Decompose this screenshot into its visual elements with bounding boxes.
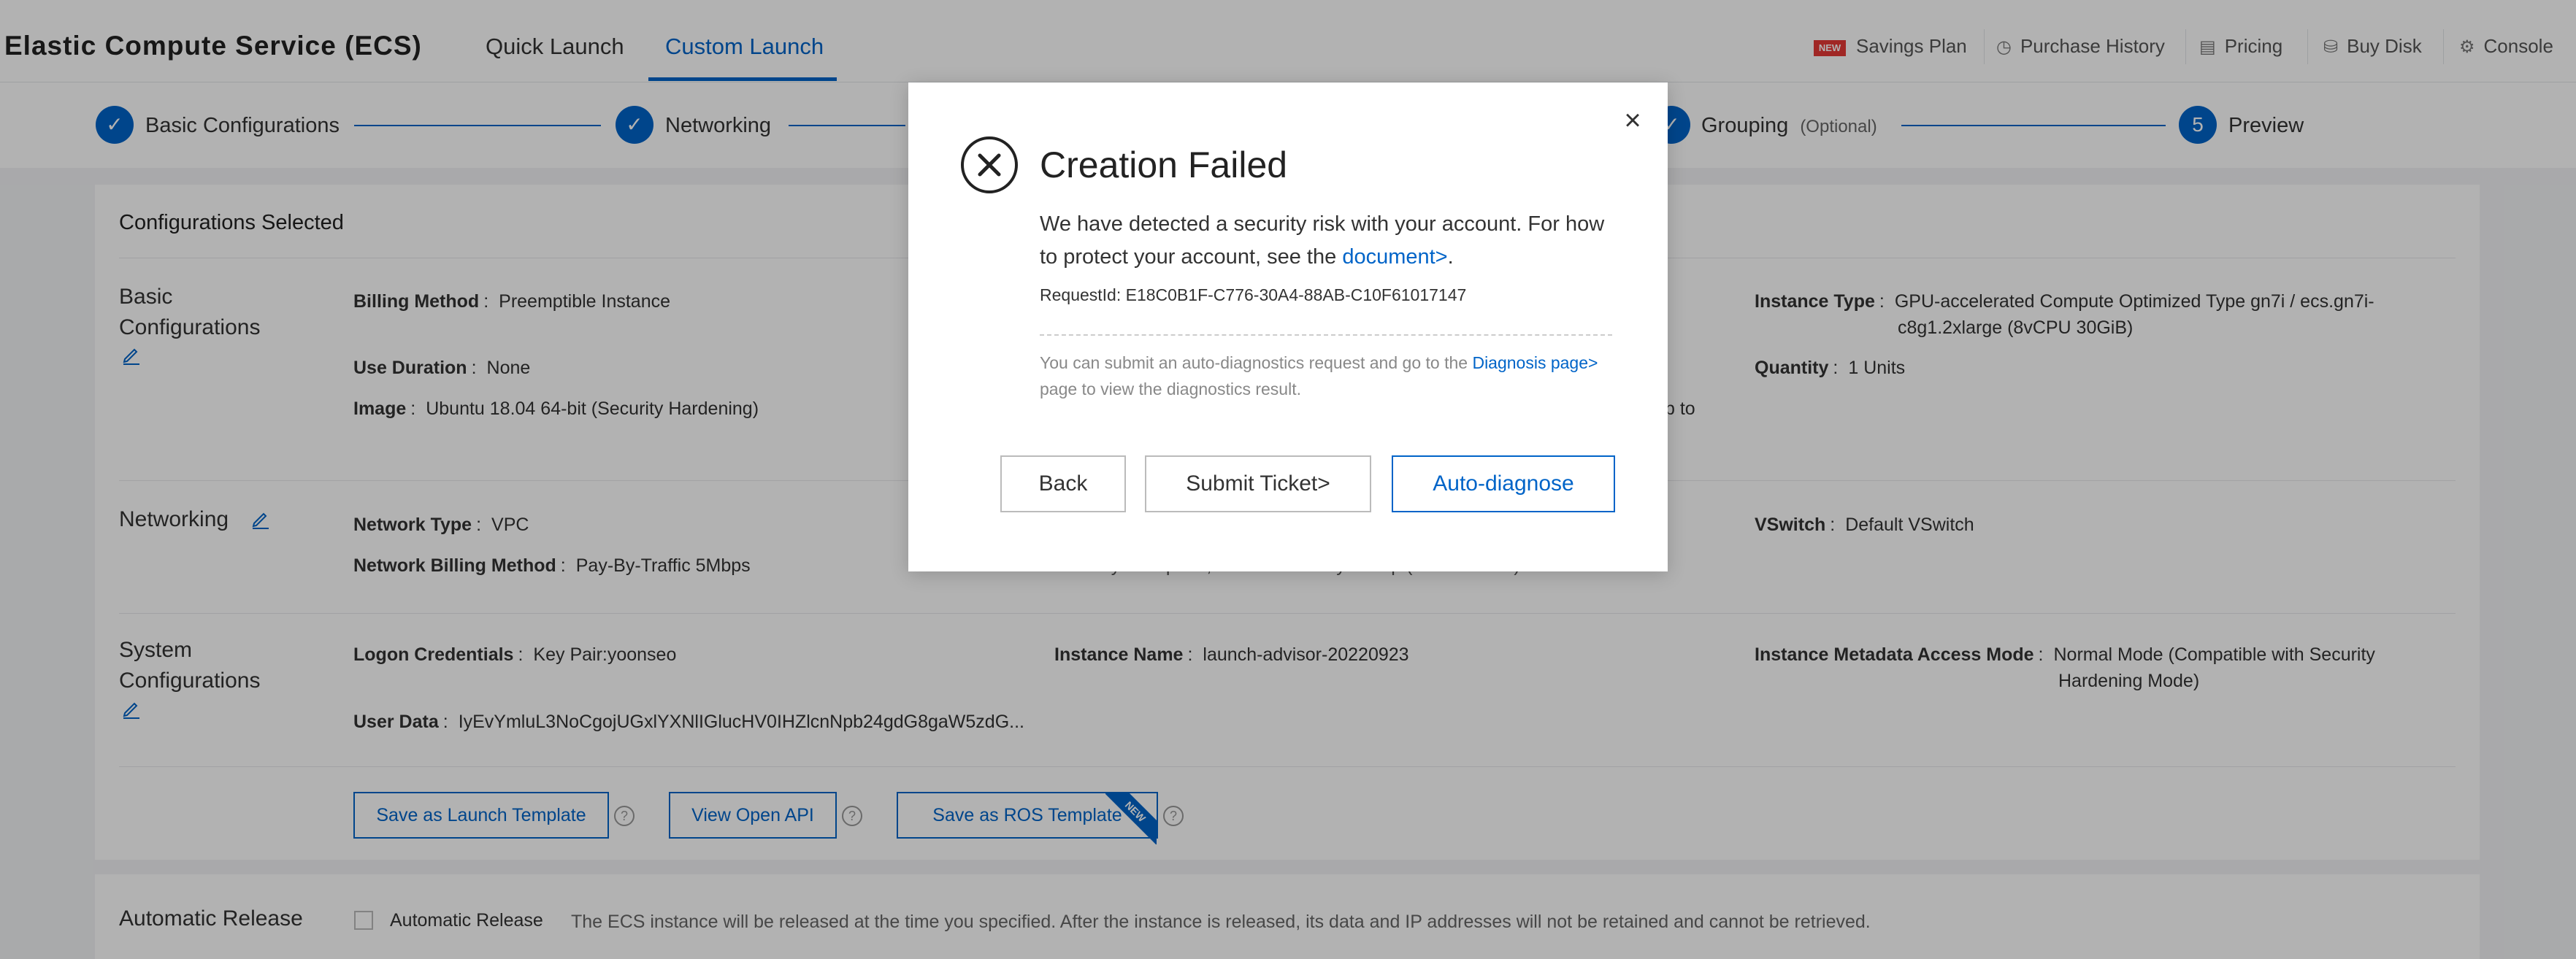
diagnosis-page-link[interactable]: Diagnosis page> [1472,353,1598,372]
error-circle-icon [961,136,1018,193]
document-link[interactable]: document> [1342,245,1447,269]
dashed-divider [1040,334,1612,336]
diagnostics-hint: You can submit an auto-diagnostics reque… [1040,353,1598,398]
dialog-message: We have detected a security risk with yo… [1040,212,1605,269]
request-id: RequestId: E18C0B1F-C776-30A4-88AB-C10F6… [1040,285,1467,304]
creation-failed-dialog: × Creation Failed We have detected a sec… [908,82,1668,571]
submit-ticket-button[interactable]: Submit Ticket> [1145,455,1371,512]
close-icon[interactable]: × [1619,106,1646,135]
dialog-title: Creation Failed [1040,145,1288,185]
auto-diagnose-button[interactable]: Auto-diagnose [1392,455,1615,512]
back-button[interactable]: Back [1000,455,1126,512]
